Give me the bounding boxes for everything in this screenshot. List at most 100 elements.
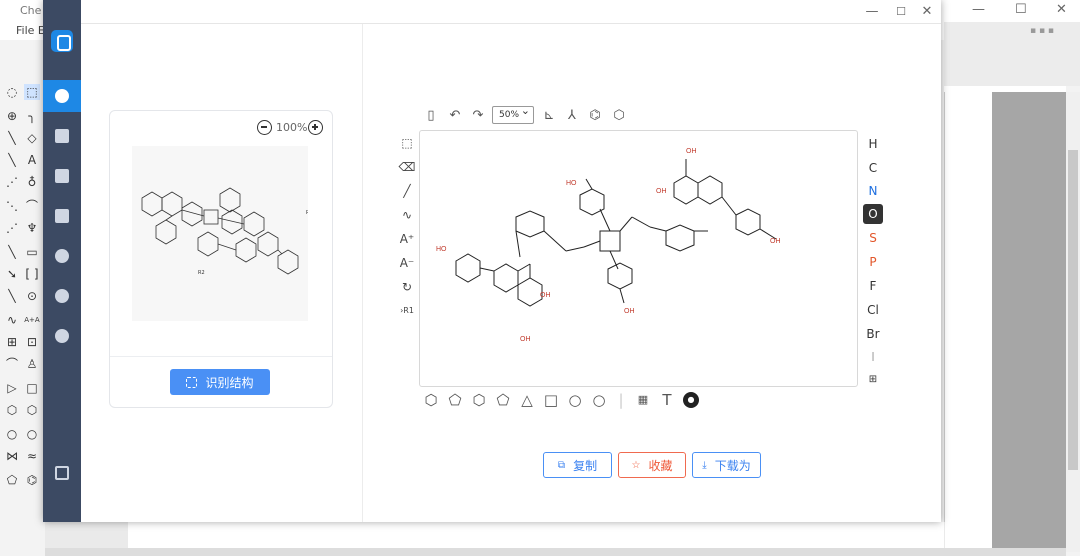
element-h[interactable]: H [863, 134, 883, 154]
element-f[interactable]: F [863, 276, 883, 296]
copy-button[interactable]: ⧉ 复制 [543, 452, 612, 478]
bg-minimize-icon[interactable]: — [972, 2, 985, 17]
maximize-icon[interactable]: ☐ [893, 4, 909, 20]
element-i[interactable]: I [863, 347, 883, 367]
sidebar-item-currency[interactable] [43, 320, 81, 352]
bg-menu-file[interactable]: File E [16, 24, 45, 37]
chart-axis-icon[interactable]: ⊾ [541, 108, 557, 124]
cyclopentane-icon[interactable]: ⬠ [495, 392, 511, 408]
minimize-icon[interactable]: — [864, 4, 880, 20]
grid-icon[interactable]: ⊡ [24, 334, 40, 350]
ring-a-icon[interactable]: ⬡ [611, 108, 627, 124]
bond-tool-icon[interactable]: ╱ [398, 182, 416, 200]
bg-close-icon[interactable]: ✕ [1056, 2, 1067, 17]
favorite-button[interactable]: ☆ 收藏 [618, 452, 686, 478]
ring-atom-icon[interactable]: ⌬ [587, 108, 603, 124]
hash-icon[interactable]: ⋱ [4, 198, 20, 214]
bg-maximize-icon[interactable]: ☐ [1015, 2, 1027, 17]
structure-image-preview[interactable]: R2 R [132, 146, 310, 321]
line-icon[interactable]: ╲ [4, 130, 20, 146]
rgroup-tool[interactable]: ›R1 [398, 302, 416, 320]
periodic-table-icon[interactable]: ⊞ [863, 370, 883, 390]
bracket-icon[interactable]: [ ] [24, 266, 40, 282]
benzene-icon[interactable]: ⌬ [24, 472, 40, 488]
target-icon[interactable]: ⊙ [24, 288, 40, 304]
element-br[interactable]: Br [863, 324, 883, 344]
arrow-icon[interactable]: ➘ [4, 266, 20, 282]
hexagon-ring-icon[interactable]: ⬡ [471, 392, 487, 408]
chain-icon[interactable]: ⌒ [4, 356, 20, 372]
rect-icon[interactable]: ▭ [24, 244, 40, 260]
zoom-in-icon[interactable] [308, 120, 323, 135]
bond-icon[interactable]: ╮ [24, 108, 40, 124]
zoom-select[interactable]: 50% [492, 103, 534, 124]
square-ring-icon[interactable]: □ [543, 392, 559, 408]
circle-alt-icon[interactable]: ○ [24, 426, 40, 442]
reaction-icon[interactable]: A+A [24, 312, 40, 328]
zoom-out-icon[interactable] [257, 120, 272, 135]
element-s[interactable]: S [863, 228, 883, 248]
hexagon-icon[interactable]: ⬡ [4, 402, 20, 418]
new-page-icon[interactable]: ▯ [423, 108, 439, 124]
sidebar-item-settings[interactable] [43, 240, 81, 272]
circle-ring-icon[interactable]: ○ [567, 392, 583, 408]
iupac-icon[interactable]: ● [683, 392, 699, 408]
element-o[interactable]: O [863, 204, 883, 224]
element-p[interactable]: P [863, 252, 883, 272]
dash-icon[interactable]: ⋰ [4, 174, 20, 190]
text-tool-icon[interactable]: A [24, 152, 40, 168]
select-icon[interactable]: ⬚ [24, 84, 40, 100]
pen-icon[interactable]: ╲ [4, 152, 20, 168]
square-icon[interactable]: □ [24, 380, 40, 396]
logout-icon[interactable] [55, 466, 69, 480]
charge-minus-icon[interactable]: A⁻ [398, 254, 416, 272]
triangle-play-icon[interactable]: ▷ [4, 380, 20, 396]
arc-icon[interactable]: ⌒ [24, 198, 40, 214]
sidebar-item-layers[interactable] [43, 120, 81, 152]
structure-editor-canvas[interactable]: OH HO HO OH OH OH OH OH [419, 130, 858, 387]
stamp-icon[interactable]: ♁ [24, 174, 40, 190]
bg-scroll-thumb[interactable] [1068, 150, 1078, 470]
molecule-tree-icon[interactable]: ⅄ [564, 108, 580, 124]
zigzag-icon[interactable]: ≈ [24, 448, 40, 464]
element-n[interactable]: N [863, 181, 883, 201]
benzene-ring-icon[interactable]: ⬡ [423, 392, 439, 408]
image-insert-icon[interactable]: ▦ [635, 392, 651, 408]
element-c[interactable]: C [863, 158, 883, 178]
download-button[interactable]: ⤓ 下载为 [692, 452, 761, 478]
hexagon-alt-icon[interactable]: ⬡ [24, 402, 40, 418]
select-lasso-icon[interactable]: ⬚ [398, 134, 416, 152]
sidebar-item-folder[interactable] [43, 200, 81, 232]
rotate-tool-icon[interactable]: ↻ [398, 278, 416, 296]
sidebar-item-molecule[interactable] [43, 80, 81, 112]
bowtie-icon[interactable]: ⋈ [4, 448, 20, 464]
user-icon[interactable]: ♙ [24, 356, 40, 372]
eraser-icon[interactable]: ◇ [24, 130, 40, 146]
element-cl[interactable]: Cl [863, 300, 883, 320]
triangle-ring-icon[interactable]: △ [519, 392, 535, 408]
chain-tool-icon[interactable]: ∿ [398, 206, 416, 224]
circle-ring-alt-icon[interactable]: ○ [591, 392, 607, 408]
wave-icon[interactable]: ∿ [4, 312, 20, 328]
bg-horizontal-scrollbar[interactable] [45, 548, 1066, 556]
bg-tab-buttons[interactable]: ▪ ▪ ▪ [1030, 26, 1054, 36]
text-insert-icon[interactable]: T [659, 392, 675, 408]
brush-icon[interactable]: ╲ [4, 288, 20, 304]
flask-icon[interactable]: ♆ [24, 220, 40, 236]
undo-icon[interactable]: ↶ [447, 108, 463, 124]
lasso-icon[interactable]: ◌ [4, 84, 20, 100]
close-icon[interactable]: ✕ [919, 4, 935, 20]
sidebar-item-box[interactable] [43, 160, 81, 192]
eraser-tool-icon[interactable]: ⌫ [398, 158, 416, 176]
wedge-icon[interactable]: ⋰ [4, 220, 20, 236]
charge-plus-icon[interactable]: A⁺ [398, 230, 416, 248]
pentagon-ring-icon[interactable]: ⬠ [447, 392, 463, 408]
sidebar-item-help[interactable] [43, 280, 81, 312]
table-icon[interactable]: ⊞ [4, 334, 20, 350]
rotate-icon[interactable]: ⊕ [4, 108, 20, 124]
redo-icon[interactable]: ↷ [470, 108, 486, 124]
circle-icon[interactable]: ○ [4, 426, 20, 442]
recognize-structure-button[interactable]: 识别结构 [170, 369, 270, 395]
pentagon-icon[interactable]: ⬠ [4, 472, 20, 488]
bold-bond-icon[interactable]: ╲ [4, 244, 20, 260]
